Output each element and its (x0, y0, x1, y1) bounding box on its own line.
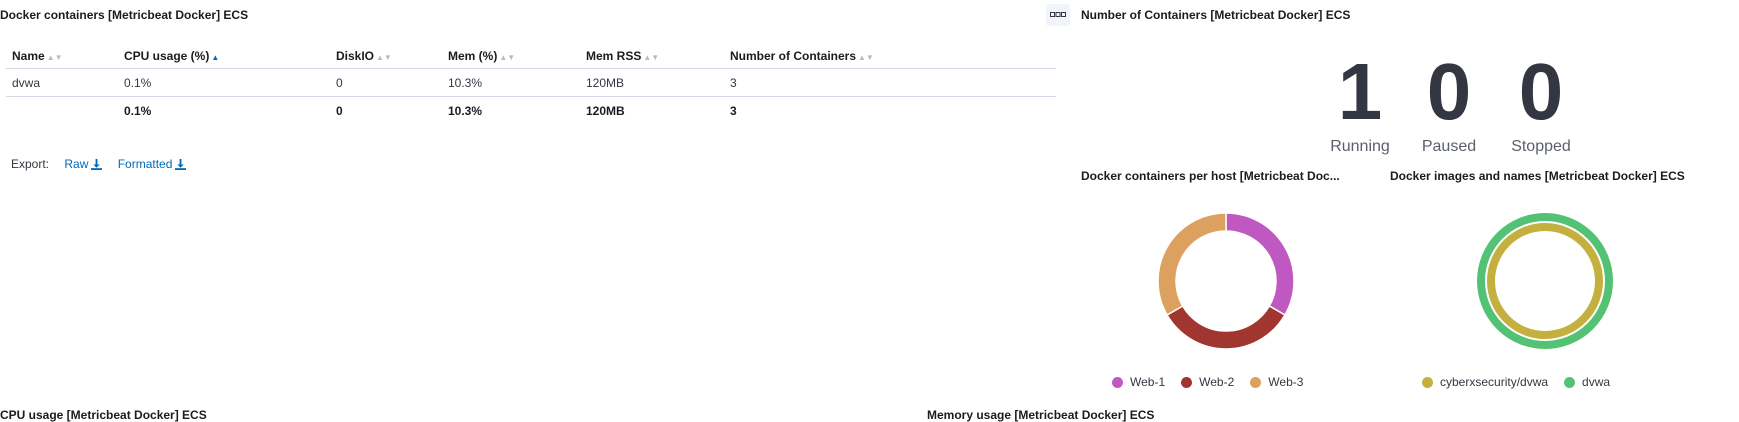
export-raw-link[interactable]: Raw (64, 157, 103, 171)
images-panel-title: Docker images and names [Metricbeat Dock… (1390, 169, 1685, 183)
legend-label: dvwa (1582, 375, 1611, 389)
column-header-name[interactable]: Name ▲▼ (6, 44, 118, 69)
sort-icon: ▲▼ (858, 53, 874, 62)
download-icon (175, 159, 187, 171)
total-mem-rss: 120MB (580, 96, 724, 124)
legend-item-web-3[interactable]: Web-3 (1250, 375, 1303, 389)
sort-icon: ▲▼ (499, 53, 516, 62)
legend-label: cyberxsecurity/dvwa (1440, 375, 1549, 389)
total-diskio: 0 (330, 96, 442, 124)
metric-label: Running (1330, 138, 1390, 155)
sort-icon: ▲▼ (643, 53, 660, 62)
legend-swatch (1564, 376, 1576, 388)
column-header-num-containers[interactable]: Number of Containers ▲▼ (724, 44, 1056, 69)
metric-stopped: 0 Stopped (1499, 52, 1583, 156)
per-host-panel-title: Docker containers per host [Metricbeat D… (1081, 169, 1340, 183)
sort-ascending-icon: ▲ (211, 53, 220, 62)
cell-diskio: 0 (330, 68, 442, 97)
images-donut-chart (1477, 213, 1613, 349)
metric-value: 0 (1426, 47, 1472, 136)
total-name (6, 96, 118, 124)
total-mem-pct: 10.3% (442, 96, 580, 124)
legend-label: Web-1 (1130, 375, 1166, 389)
containers-count-panel-title: Number of Containers [Metricbeat Docker]… (1081, 8, 1351, 22)
cell-mem-rss: 120MB (580, 68, 724, 97)
sort-icon: ▲▼ (376, 53, 392, 62)
column-header-cpu[interactable]: CPU usage (%) ▲ (118, 44, 330, 69)
legend-label: Web-3 (1268, 375, 1304, 389)
legend-swatch (1112, 376, 1123, 388)
legend-label: Web-2 (1199, 375, 1235, 389)
cell-mem-pct: 10.3% (442, 68, 580, 97)
per-host-legend: Web-1 Web-2 Web-3 (1112, 375, 1319, 389)
cell-num-containers: 3 (724, 68, 1056, 97)
cell-name: dvwa (6, 68, 118, 97)
export-formatted-link[interactable]: Formatted (118, 157, 187, 171)
legend-swatch (1250, 376, 1262, 388)
download-icon (91, 159, 103, 171)
sort-icon: ▲▼ (46, 53, 63, 62)
export-label: Export: (11, 157, 50, 171)
column-header-mem-pct[interactable]: Mem (%) ▲▼ (442, 44, 580, 69)
ring-slice-cyberxsecurity-dvwa[interactable] (1487, 223, 1603, 339)
slice-web-1[interactable] (1225, 212, 1295, 317)
table-panel-title: Docker containers [Metricbeat Docker] EC… (0, 8, 249, 22)
per-host-donut-chart (1157, 212, 1295, 350)
ring-slice-dvwa[interactable] (1477, 213, 1613, 349)
legend-item-cyberxsecurity-dvwa[interactable]: cyberxsecurity/dvwa (1422, 375, 1548, 389)
memory-usage-panel-title: Memory usage [Metricbeat Docker] ECS (927, 408, 1155, 422)
options-icon (1050, 12, 1066, 17)
slice-web-2[interactable] (1166, 304, 1286, 350)
cpu-usage-panel-title: CPU usage [Metricbeat Docker] ECS (0, 408, 207, 422)
total-num-containers: 3 (724, 96, 1056, 124)
panel-options-button[interactable] (1046, 4, 1070, 26)
metric-label: Stopped (1511, 138, 1571, 155)
containers-table: Name ▲▼ CPU usage (%) ▲ DiskIO ▲▼ Mem (%) ▲▼… (6, 44, 1056, 124)
totals-row: 0.1% 0 10.3% 120MB 3 (6, 96, 1056, 124)
export-bar: Export: Raw Formatted (11, 157, 187, 171)
metric-value: 1 (1337, 47, 1383, 136)
cell-cpu: 0.1% (118, 68, 330, 97)
metric-paused: 0 Paused (1409, 52, 1489, 156)
total-cpu: 0.1% (118, 96, 330, 124)
legend-item-web-1[interactable]: Web-1 (1112, 375, 1165, 389)
images-legend: cyberxsecurity/dvwa dvwa (1422, 375, 1626, 389)
legend-swatch (1181, 376, 1193, 388)
metric-label: Paused (1421, 138, 1477, 155)
column-header-mem-rss[interactable]: Mem RSS ▲▼ (580, 44, 724, 69)
legend-swatch (1422, 376, 1433, 388)
metric-running: 1 Running (1320, 52, 1400, 156)
slice-web-3[interactable] (1157, 212, 1227, 317)
legend-item-dvwa[interactable]: dvwa (1564, 375, 1610, 389)
legend-item-web-2[interactable]: Web-2 (1181, 375, 1234, 389)
table-row: dvwa 0.1% 0 10.3% 120MB 3 (6, 68, 1056, 97)
metric-value: 0 (1518, 47, 1564, 136)
column-header-diskio[interactable]: DiskIO ▲▼ (330, 44, 442, 69)
